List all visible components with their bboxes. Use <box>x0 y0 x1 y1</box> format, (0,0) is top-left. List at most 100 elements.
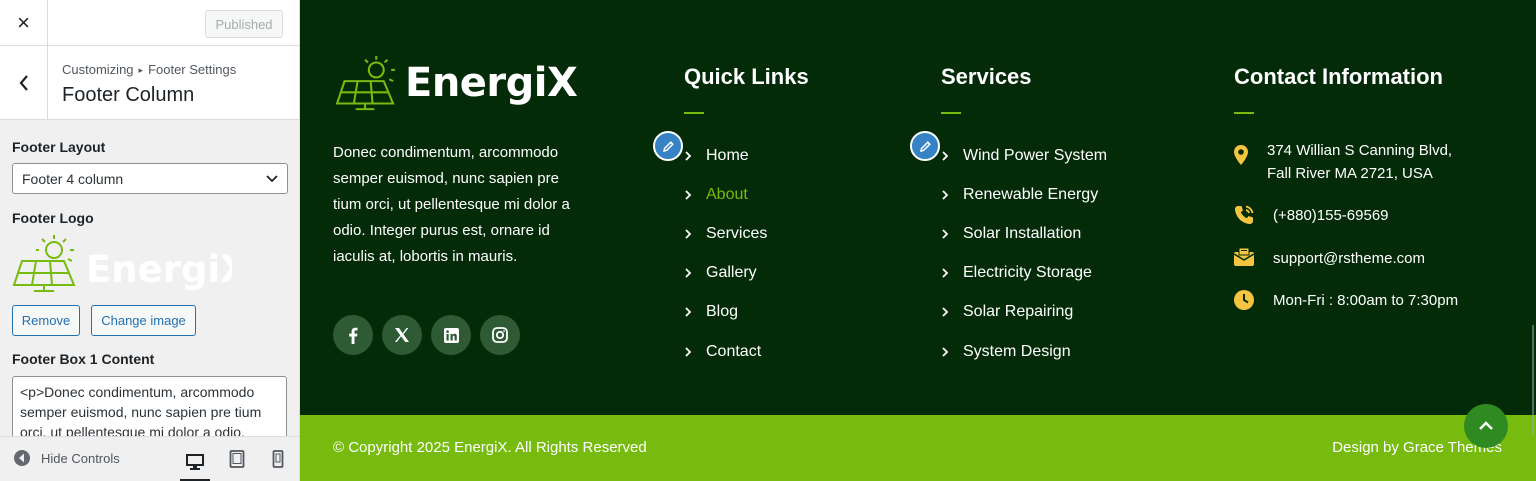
facebook-icon <box>349 327 358 344</box>
quick-link-contact[interactable]: Contact <box>684 332 767 371</box>
scrollbar-thumb[interactable] <box>1532 325 1534 435</box>
services-underline <box>941 112 961 114</box>
copyright-bar: © Copyright 2025 EnergiX. All Rights Res… <box>300 415 1536 481</box>
chevron-right-icon <box>941 307 963 317</box>
remove-logo-button[interactable]: Remove <box>12 305 80 336</box>
instagram-link[interactable] <box>480 315 520 355</box>
hide-controls-label: Hide Controls <box>41 450 120 466</box>
back-button[interactable] <box>0 46 48 119</box>
section-header: Customizing ▸ Footer Settings Footer Colum… <box>0 46 299 120</box>
service-link[interactable]: System Design <box>941 332 1107 371</box>
collapse-icon <box>14 450 30 466</box>
service-link-label: Electricity Storage <box>963 264 1092 282</box>
chevron-right-icon <box>684 229 706 239</box>
footer-layout-label: Footer Layout <box>12 139 106 155</box>
desktop-preview-button[interactable] <box>180 445 210 481</box>
chevron-right-icon <box>941 150 963 161</box>
tablet-preview-button[interactable] <box>222 445 252 473</box>
solar-logo-icon: EnergiX <box>12 235 249 292</box>
chevron-left-icon <box>19 74 28 91</box>
back-to-top-button[interactable] <box>1464 404 1508 448</box>
footer-about-text: Donec condimentum, arcommodo semper euis… <box>333 144 570 265</box>
service-link-label: Solar Repairing <box>963 303 1074 321</box>
quick-link-label: Contact <box>706 342 762 360</box>
chevron-right-icon <box>941 346 963 357</box>
edit-services-button[interactable] <box>910 131 940 161</box>
services-title: Services <box>941 64 1032 89</box>
service-link[interactable]: Solar Repairing <box>941 293 1107 332</box>
quick-link-label: About <box>706 185 748 203</box>
email-address: support@rstheme.com <box>1273 250 1425 267</box>
phone-icon <box>1233 204 1273 227</box>
close-icon: × <box>17 9 30 35</box>
breadcrumb-arrow-icon: ▸ <box>138 65 144 75</box>
edit-quick-links-button[interactable] <box>653 131 683 161</box>
customizer-topbar: × Published <box>0 0 299 46</box>
breadcrumb-parent: Footer Settings <box>148 62 237 77</box>
pencil-icon <box>662 140 674 152</box>
breadcrumb-root: Customizing <box>62 62 134 77</box>
change-image-button[interactable]: Change image <box>91 305 196 336</box>
service-link[interactable]: Solar Installation <box>941 214 1107 253</box>
chevron-up-icon <box>1479 421 1493 430</box>
services-list: Wind Power System Renewable Energy Solar… <box>941 136 1107 371</box>
chevron-right-icon <box>684 307 706 317</box>
section-title: Footer Column <box>62 84 195 106</box>
contact-title: Contact Information <box>1234 64 1443 89</box>
chevron-right-icon <box>684 268 706 278</box>
contact-phone[interactable]: (+880)155-69569 <box>1233 204 1389 227</box>
x-twitter-icon <box>395 328 409 342</box>
contact-hours: Mon-Fri : 8:00am to 7:30pm <box>1233 289 1458 312</box>
facebook-link[interactable] <box>333 315 373 355</box>
quick-links-underline <box>684 112 704 114</box>
quick-link-blog[interactable]: Blog <box>684 293 767 332</box>
chevron-down-icon <box>266 175 278 183</box>
quick-link-about[interactable]: About <box>684 175 767 214</box>
quick-link-label: Services <box>706 224 768 242</box>
service-link[interactable]: Renewable Energy <box>941 175 1107 214</box>
service-link-label: Wind Power System <box>963 146 1108 164</box>
close-customizer-button[interactable]: × <box>0 0 48 45</box>
service-link-label: Solar Installation <box>963 224 1082 242</box>
envelope-icon <box>1233 247 1273 270</box>
address-line2: Fall River MA 2721, USA <box>1267 165 1433 182</box>
social-links <box>333 315 520 355</box>
chevron-right-icon <box>941 190 963 200</box>
footer-box1-label: Footer Box 1 Content <box>12 351 155 367</box>
contact-address: 374 Willian S Canning Blvd, Fall River M… <box>1233 139 1452 185</box>
contact-email[interactable]: support@rstheme.com <box>1233 247 1425 270</box>
publish-button[interactable]: Published <box>205 10 283 38</box>
footer-logo[interactable]: EnergiX <box>333 55 578 111</box>
mobile-preview-button[interactable] <box>263 445 293 473</box>
footer-layout-value: Footer 4 column <box>22 170 124 187</box>
quick-link-label: Gallery <box>706 264 757 282</box>
contact-underline <box>1234 112 1254 114</box>
service-link-label: Renewable Energy <box>963 185 1099 203</box>
breadcrumb: Customizing ▸ Footer Settings <box>62 62 236 77</box>
service-link[interactable]: Electricity Storage <box>941 254 1107 293</box>
x-twitter-link[interactable] <box>382 315 422 355</box>
quick-link-label: Home <box>706 146 749 164</box>
pencil-icon <box>919 140 931 152</box>
quick-link-label: Blog <box>706 303 739 321</box>
quick-links-list: Home About Services Gallery Blog Contact <box>684 136 767 371</box>
chevron-right-icon <box>684 150 706 161</box>
linkedin-icon <box>443 327 459 343</box>
footer-logo-preview: EnergiX <box>12 233 249 293</box>
chevron-right-icon <box>941 229 963 239</box>
phone-number: (+880)155-69569 <box>1273 207 1389 224</box>
quick-link-gallery[interactable]: Gallery <box>684 254 767 293</box>
service-link-label: System Design <box>963 342 1071 360</box>
instagram-icon <box>492 327 508 343</box>
linkedin-link[interactable] <box>431 315 471 355</box>
solar-panel-sun-icon <box>335 55 395 111</box>
footer-preview: EnergiX Donec condimentum, arcommodo sem… <box>300 0 1536 481</box>
quick-link-services[interactable]: Services <box>684 214 767 253</box>
hide-controls-button[interactable]: Hide Controls <box>13 449 120 467</box>
copyright-text: © Copyright 2025 EnergiX. All Rights Res… <box>333 439 647 456</box>
quick-link-home[interactable]: Home <box>684 136 767 175</box>
clock-icon <box>1233 289 1273 312</box>
brand-name: EnergiX <box>405 60 578 106</box>
service-link[interactable]: Wind Power System <box>941 136 1107 175</box>
footer-layout-select[interactable]: Footer 4 column <box>12 163 288 194</box>
